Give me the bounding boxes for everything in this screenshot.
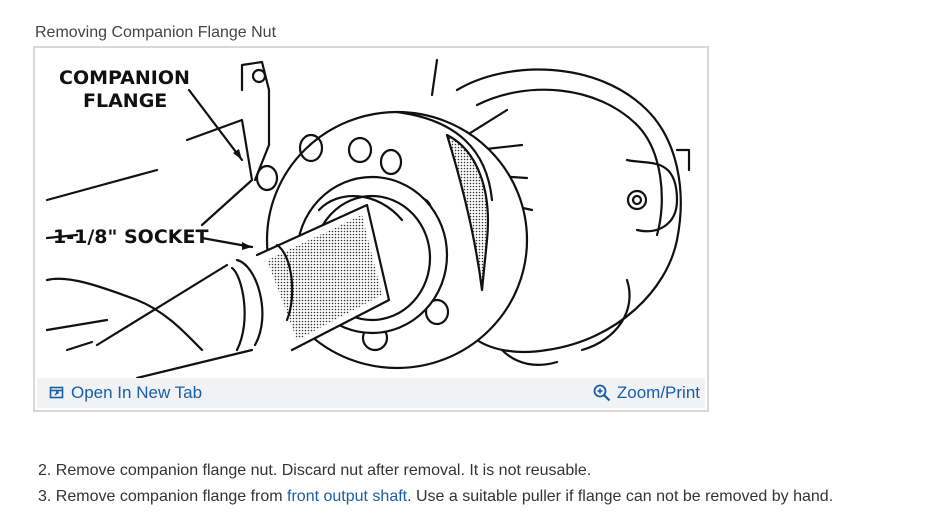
callout-companion-flange-line1: COMPANION	[59, 67, 190, 89]
flange-illustration: COMPANION FLANGE 1-1/8" SOCKET	[45, 58, 691, 378]
step-item: 3. Remove companion flange from front ou…	[38, 488, 833, 506]
figure-frame: COMPANION FLANGE 1-1/8" SOCKET Open In N…	[33, 46, 709, 412]
step-text-after: . Use a suitable puller if flange can no…	[407, 488, 834, 505]
step-number: 2.	[38, 462, 52, 479]
open-in-new-tab-icon	[49, 386, 64, 399]
figure-toolbar: Open In New Tab Zoom/Print	[37, 378, 705, 408]
step-item: 2. Remove companion flange nut. Discard …	[38, 462, 833, 480]
step-text: Remove companion flange nut. Discard nut…	[55, 462, 592, 479]
callout-companion-flange-line2: FLANGE	[83, 90, 167, 112]
figure-caption: Removing Companion Flange Nut	[35, 24, 277, 41]
front-output-shaft-link[interactable]: front output shaft	[287, 488, 407, 505]
open-in-new-tab-link[interactable]: Open In New Tab	[49, 383, 202, 403]
open-in-new-tab-label: Open In New Tab	[71, 383, 203, 402]
callout-socket: 1-1/8" SOCKET	[53, 226, 208, 248]
step-number: 3.	[38, 488, 52, 505]
step-text-before: Remove companion flange from	[55, 488, 288, 505]
zoom-print-link[interactable]: Zoom/Print	[593, 383, 700, 403]
zoom-print-label: Zoom/Print	[616, 383, 700, 402]
magnifier-plus-icon	[593, 384, 611, 402]
step-list: 2. Remove companion flange nut. Discard …	[38, 462, 833, 514]
